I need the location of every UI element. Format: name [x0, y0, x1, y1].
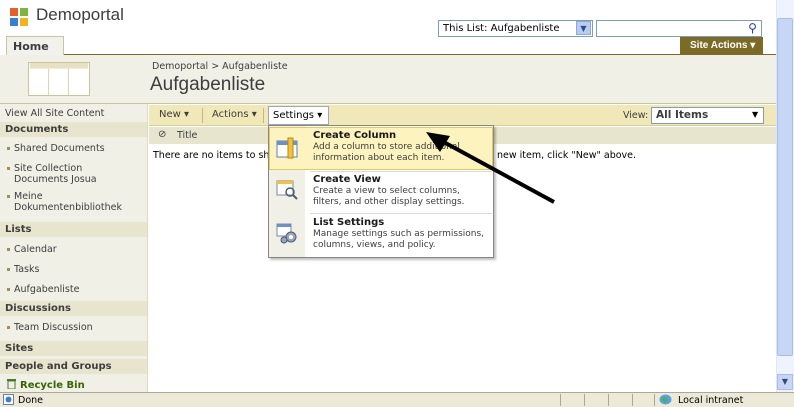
- statusbar-separator: [654, 394, 655, 406]
- ie-page-icon: [3, 394, 14, 405]
- view-label: View:: [623, 110, 649, 121]
- nav-header-people-and-groups[interactable]: People and Groups: [0, 359, 147, 374]
- chevron-down-icon[interactable]: ▼: [752, 110, 758, 119]
- menu-item-title[interactable]: Create View: [313, 174, 381, 185]
- scroll-down-icon[interactable]: ▼: [777, 374, 793, 390]
- statusbar-separator: [584, 394, 585, 406]
- view-select[interactable]: All Items: [651, 107, 764, 124]
- security-zone-text: Local intranet: [678, 395, 744, 406]
- column-header-title[interactable]: Title: [177, 130, 197, 141]
- nav-item-site-collection-documents[interactable]: Site Collection Documents Josua: [14, 163, 134, 185]
- bullet-icon: [7, 248, 10, 251]
- menu-item-title[interactable]: Create Column: [313, 130, 396, 141]
- list-page-image: [28, 62, 90, 96]
- menu-item-description: Manage settings such as permissions, col…: [313, 229, 485, 250]
- breadcrumb: Demoportal > Aufgabenliste: [152, 61, 288, 72]
- search-scope-select[interactable]: This List: Aufgabenliste: [438, 20, 593, 37]
- settings-gear-icon: [276, 223, 297, 244]
- bullet-icon: [7, 288, 10, 291]
- intranet-globe-icon: [659, 394, 672, 405]
- chevron-down-icon[interactable]: ▼: [576, 21, 591, 35]
- nav-item-shared-documents[interactable]: Shared Documents: [14, 143, 105, 154]
- magnifier-icon[interactable]: ⚲: [744, 21, 761, 36]
- statusbar-separator: [632, 394, 633, 406]
- statusbar-separator: [560, 394, 561, 406]
- column-icon: [276, 137, 298, 159]
- status-text: Done: [18, 395, 43, 406]
- breadcrumb-separator: >: [208, 61, 223, 72]
- settings-button[interactable]: Settings ▾: [268, 106, 329, 125]
- view-all-site-content-link[interactable]: View All Site Content: [5, 108, 104, 119]
- nav-header-sites[interactable]: Sites: [0, 341, 147, 356]
- nav-header-discussions[interactable]: Discussions: [0, 301, 147, 316]
- view-icon: [276, 180, 298, 200]
- title-area: [0, 55, 776, 103]
- nav-header-lists[interactable]: Lists: [0, 222, 147, 237]
- nav-header-documents[interactable]: Documents: [0, 122, 147, 137]
- site-actions-button[interactable]: Site Actions ▾: [680, 37, 763, 55]
- bullet-icon: [7, 167, 10, 170]
- recycle-bin-icon: [7, 379, 16, 389]
- bullet-icon: [7, 147, 10, 150]
- new-button[interactable]: New ▾: [159, 109, 189, 120]
- nav-item-tasks[interactable]: Tasks: [14, 264, 39, 275]
- portal-title[interactable]: Demoportal: [36, 5, 124, 25]
- bullet-icon: [7, 326, 10, 329]
- breadcrumb-root-link[interactable]: Demoportal: [152, 61, 208, 72]
- nav-item-team-discussion[interactable]: Team Discussion: [14, 322, 93, 333]
- status-bar: [0, 392, 794, 407]
- empty-list-message: There are no items to show: [153, 150, 284, 161]
- nav-item-meine-dokumentenbibliothek[interactable]: Meine Dokumentenbibliothek: [14, 191, 134, 213]
- scrollbar-thumb[interactable]: [777, 18, 793, 356]
- nav-item-calendar[interactable]: Calendar: [14, 244, 57, 255]
- toolbar-separator: [263, 108, 264, 123]
- nav-item-aufgabenliste[interactable]: Aufgabenliste: [14, 284, 79, 295]
- recycle-bin-link[interactable]: Recycle Bin: [20, 380, 85, 391]
- breadcrumb-current: Aufgabenliste: [222, 61, 288, 72]
- statusbar-separator: [608, 394, 609, 406]
- search-input[interactable]: [596, 20, 762, 37]
- bullet-icon: [7, 268, 10, 271]
- page-title: Aufgabenliste: [150, 74, 266, 95]
- annotation-arrow: [426, 132, 555, 204]
- actions-button[interactable]: Actions ▾: [212, 109, 257, 120]
- bullet-icon: [7, 195, 10, 198]
- tab-home[interactable]: Home: [6, 36, 64, 55]
- paperclip-icon: ⊘: [158, 129, 167, 140]
- toolbar-separator: [202, 108, 203, 123]
- flower-logo-icon: [10, 8, 28, 26]
- menu-item-title[interactable]: List Settings: [313, 217, 384, 228]
